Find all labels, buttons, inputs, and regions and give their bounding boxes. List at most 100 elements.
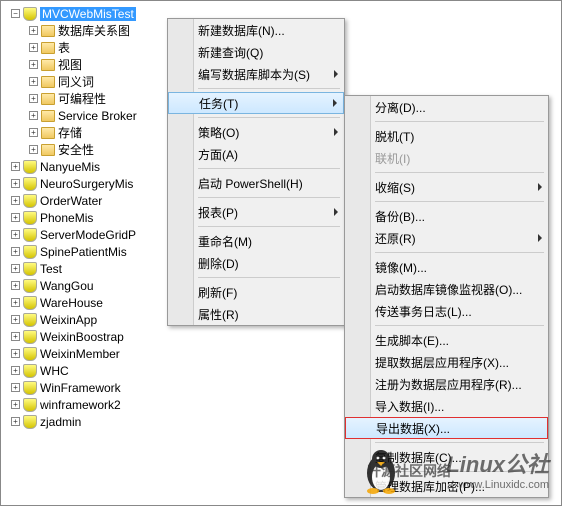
menu-item[interactable]: 重命名(M) [168,230,344,252]
menu-item[interactable]: 编写数据库脚本为(S) [168,63,344,85]
tree-node[interactable]: +winframework2 [1,396,167,413]
expand-icon[interactable]: + [11,162,20,171]
tree-node[interactable]: +NanyueMis [1,158,167,175]
menu-item[interactable]: 方面(A) [168,143,344,165]
tree-node[interactable]: +WeixinMember [1,345,167,362]
menu-item[interactable]: 新建数据库(N)... [168,19,344,41]
node-label: WHC [40,364,69,378]
menu-item[interactable]: 任务(T) [168,92,344,114]
menu-item[interactable]: 删除(D) [168,252,344,274]
tree-node-selected[interactable]: − MVCWebMisTest [1,5,167,22]
expand-icon[interactable]: + [29,145,38,154]
database-icon [23,279,37,293]
menu-separator [198,277,340,278]
expand-icon[interactable]: + [11,213,20,222]
tree-node[interactable]: +数据库关系图 [1,22,167,39]
tree-node[interactable]: +WeixinApp [1,311,167,328]
expand-icon[interactable]: + [29,77,38,86]
expand-icon[interactable]: + [11,349,20,358]
database-icon [23,211,37,225]
tree-node[interactable]: +ServerModeGridP [1,226,167,243]
node-label[interactable]: MVCWebMisTest [40,7,136,21]
expand-icon[interactable]: + [11,417,20,426]
tree-node[interactable]: +Test [1,260,167,277]
tree-node[interactable]: +SpinePatientMis [1,243,167,260]
tree-node[interactable]: +WeixinBoostrap [1,328,167,345]
expand-icon[interactable]: + [11,281,20,290]
menu-item[interactable]: 启动 PowerShell(H) [168,172,344,194]
menu-item-label: 提取数据层应用程序(X)... [375,354,509,371]
expand-icon[interactable]: + [11,315,20,324]
menu-separator [198,88,340,89]
collapse-icon[interactable]: − [11,9,20,18]
expand-icon[interactable]: + [29,94,38,103]
database-icon [23,245,37,259]
expand-icon[interactable]: + [11,196,20,205]
tree-node[interactable]: +存储 [1,124,167,141]
expand-icon[interactable]: + [11,230,20,239]
expand-icon[interactable]: + [11,383,20,392]
menu-separator [198,117,340,118]
expand-icon[interactable]: + [11,332,20,341]
menu-item[interactable]: 注册为数据层应用程序(R)... [345,373,548,395]
menu-item[interactable]: 收缩(S) [345,176,548,198]
menu-item[interactable]: 启动数据库镜像监视器(O)... [345,278,548,300]
tree-node[interactable]: +Service Broker [1,107,167,124]
menu-item[interactable]: 新建查询(Q) [168,41,344,63]
expand-icon[interactable]: + [29,128,38,137]
menu-item[interactable]: 提取数据层应用程序(X)... [345,351,548,373]
menu-item[interactable]: 脱机(T) [345,125,548,147]
menu-item[interactable]: 传送事务日志(L)... [345,300,548,322]
menu-item[interactable]: 还原(R) [345,227,548,249]
tree-node[interactable]: + NeuroSurgeryMis [1,175,167,192]
tree-node[interactable]: +可编程性 [1,90,167,107]
menu-item[interactable]: 备份(B)... [345,205,548,227]
tree-node[interactable]: +zjadmin [1,413,167,430]
expand-icon[interactable]: + [11,247,20,256]
database-icon [23,313,37,327]
menu-item[interactable]: 导入数据(I)... [345,395,548,417]
database-icon [23,160,37,174]
expand-icon[interactable]: + [11,179,20,188]
context-submenu-tasks[interactable]: 分离(D)... 脱机(T) 联机(I) 收缩(S) 备份(B)...还原(R) 镜像(M… [344,95,549,498]
expand-icon[interactable]: + [11,366,20,375]
node-label: NeuroSurgeryMis [40,177,133,191]
database-icon [23,364,37,378]
menu-item[interactable]: 报表(P) [168,201,344,223]
object-explorer-tree[interactable]: − MVCWebMisTest +数据库关系图+表+视图+同义词+可编程性+Se… [1,1,167,507]
context-menu-database[interactable]: 新建数据库(N)...新建查询(Q)编写数据库脚本为(S) 任务(T) 策略(O)方… [167,18,345,326]
menu-item[interactable]: 镜像(M)... [345,256,548,278]
tree-node[interactable]: +OrderWater [1,192,167,209]
menu-item-label: 任务(T) [199,95,238,112]
tree-node[interactable]: +WinFramework [1,379,167,396]
expand-icon[interactable]: + [11,298,20,307]
menu-item[interactable]: 刷新(F) [168,281,344,303]
menu-item-label: 脱机(T) [375,128,414,145]
tree-node[interactable]: +同义词 [1,73,167,90]
tree-node[interactable]: +表 [1,39,167,56]
menu-item-label: 收缩(S) [375,179,415,196]
menu-item[interactable]: 属性(R) [168,303,344,325]
menu-item-label: 刷新(F) [198,284,237,301]
expand-icon[interactable]: + [11,400,20,409]
menu-item[interactable]: 策略(O) [168,121,344,143]
expand-icon[interactable]: + [11,264,20,273]
tree-node[interactable]: +PhoneMis [1,209,167,226]
menu-item-label: 属性(R) [198,306,239,323]
tree-node[interactable]: +WangGou [1,277,167,294]
tree-node[interactable]: +视图 [1,56,167,73]
expand-icon[interactable]: + [29,26,38,35]
expand-icon[interactable]: + [29,43,38,52]
submenu-arrow-icon [334,208,338,216]
tree-node[interactable]: + WHC [1,362,167,379]
menu-item-label: 联机(I) [375,150,410,167]
menu-separator [375,121,544,122]
expand-icon[interactable]: + [29,111,38,120]
menu-item[interactable]: 分离(D)... [345,96,548,118]
menu-item[interactable]: 导出数据(X)... [345,417,548,439]
tree-node[interactable]: +安全性 [1,141,167,158]
expand-icon[interactable]: + [29,60,38,69]
menu-item[interactable]: 联机(I) [345,147,548,169]
menu-item[interactable]: 生成脚本(E)... [345,329,548,351]
tree-node[interactable]: +WareHouse [1,294,167,311]
